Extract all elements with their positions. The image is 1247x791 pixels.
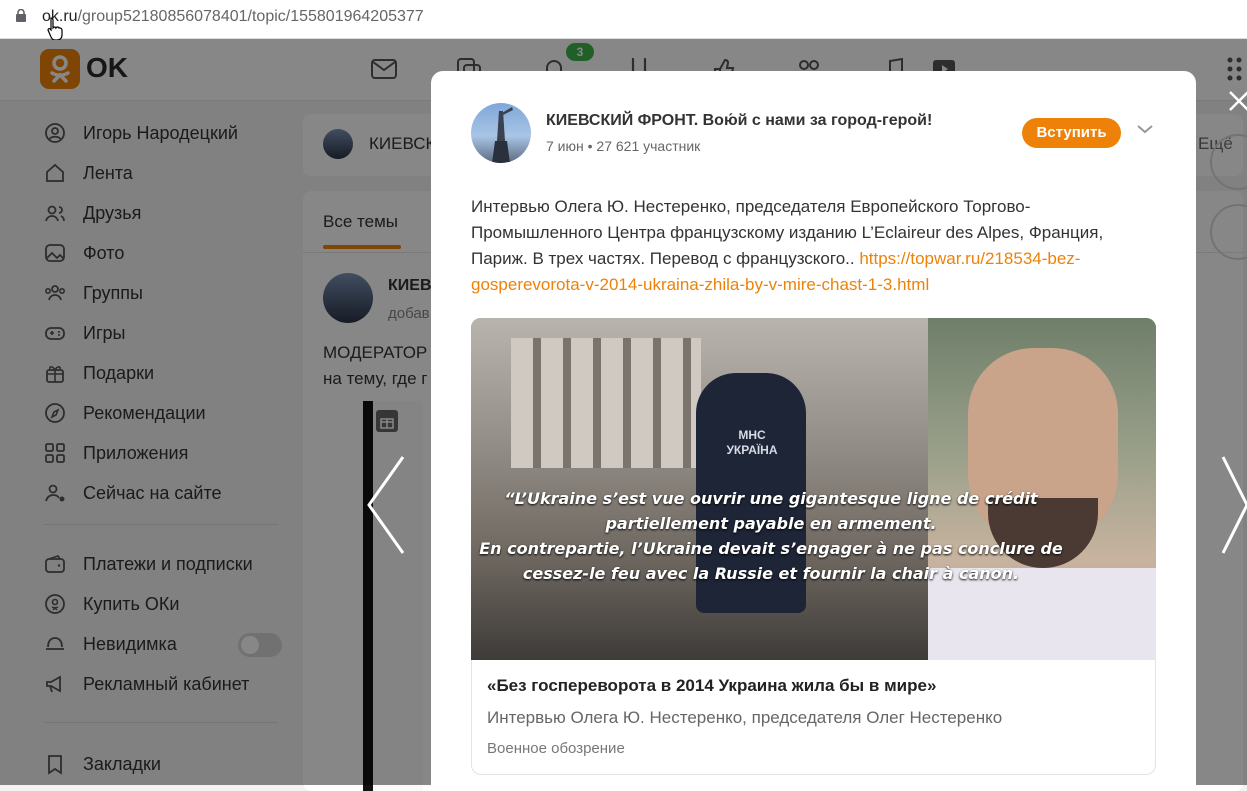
vest-text: МНС УКРАЇНА bbox=[726, 428, 778, 457]
topic-modal: КИЕВСКИЙ ФРОНТ. Вою́й с нами за город-ге… bbox=[431, 71, 1196, 785]
members-count[interactable]: 27 621 участник bbox=[596, 138, 700, 154]
hand-cursor-icon bbox=[47, 17, 63, 40]
next-arrow-icon[interactable] bbox=[1220, 455, 1247, 555]
link-preview-card[interactable]: «Без госпереворота в 2014 Украина жила б… bbox=[471, 660, 1156, 775]
join-button[interactable]: Вступить bbox=[1022, 118, 1121, 148]
link-preview-description: Интервью Олега Ю. Нестеренко, председате… bbox=[487, 708, 1003, 727]
chevron-down-icon[interactable] bbox=[1136, 123, 1154, 135]
monument-icon bbox=[492, 107, 513, 163]
image-quote-line: “L’Ukraine s’est vue ouvrir une gigantes… bbox=[504, 489, 1038, 508]
image-quote-line: En contrepartie, l’Ukraine devait s’enga… bbox=[479, 539, 1063, 558]
post-date: 7 июн bbox=[546, 138, 584, 154]
image-quote: “L’Ukraine s’est vue ouvrir une gigantes… bbox=[471, 486, 1071, 586]
post-meta: 7 июн • 27 621 участник bbox=[546, 138, 700, 154]
link-preview-image[interactable]: МНС УКРАЇНА “L’Ukraine s’est vue ouvrir … bbox=[471, 318, 1156, 660]
post-text: Интервью Олега Ю. Нестеренко, председате… bbox=[471, 194, 1151, 298]
building-facade bbox=[511, 338, 701, 468]
link-preview-title[interactable]: «Без госпереворота в 2014 Украина жила б… bbox=[487, 676, 936, 696]
link-preview-source: Военное обозрение bbox=[487, 740, 625, 757]
meta-separator: • bbox=[583, 138, 597, 154]
image-quote-line: partiellement payable en armement. bbox=[605, 514, 937, 533]
url-path: /group52180856078401/topic/1558019642053… bbox=[77, 8, 424, 25]
url-text: ok.ru/group52180856078401/topic/15580196… bbox=[42, 8, 424, 26]
image-quote-line: cessez-le feu avec la Russie et fournir … bbox=[522, 564, 1020, 583]
previous-arrow-icon[interactable] bbox=[366, 455, 406, 555]
browser-address-bar[interactable]: ok.ru/group52180856078401/topic/15580196… bbox=[0, 0, 1247, 39]
close-icon[interactable] bbox=[1228, 90, 1247, 112]
group-name[interactable]: КИЕВСКИЙ ФРОНТ. Вою́й с нами за город-ге… bbox=[546, 112, 932, 130]
group-avatar[interactable] bbox=[471, 103, 531, 163]
lock-icon bbox=[16, 9, 26, 22]
